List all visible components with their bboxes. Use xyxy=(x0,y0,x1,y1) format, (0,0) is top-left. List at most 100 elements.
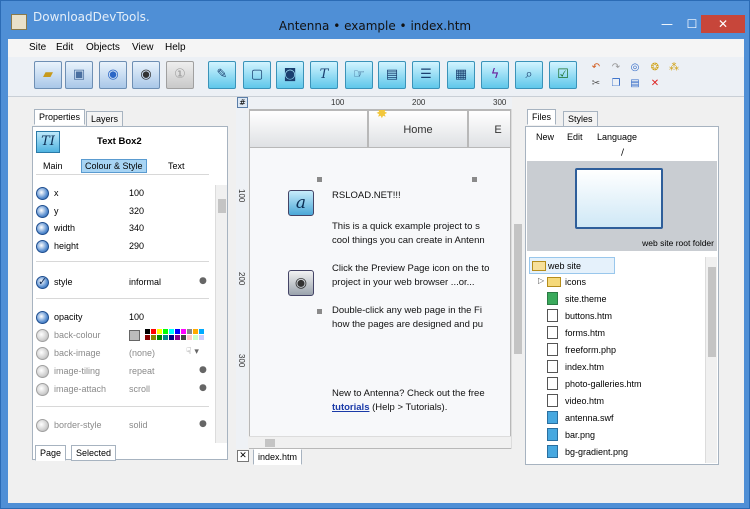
prop-opacity[interactable]: opacity 100 xyxy=(33,309,209,327)
paste-icon[interactable]: ▤ xyxy=(629,78,641,90)
editor-para2-line2[interactable]: project in your web browser ...or... xyxy=(332,276,475,290)
prop-icon[interactable] xyxy=(36,419,49,432)
hand-pointer-icon[interactable]: ☟ ▾ xyxy=(186,347,199,357)
title-bar[interactable]: DownloadDevTools. Antenna • example • in… xyxy=(1,1,749,37)
tab-page[interactable]: Page xyxy=(35,445,67,461)
delete-icon[interactable]: ✕ xyxy=(649,78,661,90)
tab-selected[interactable]: Selected xyxy=(71,445,117,461)
editor-para1-line1[interactable]: This is a quick example project to s xyxy=(332,220,480,234)
selection-handle[interactable] xyxy=(317,177,322,182)
scroll-thumb[interactable] xyxy=(708,267,716,357)
editor-para2-line1[interactable]: Click the Preview Page icon on the to xyxy=(332,262,489,276)
files-menu-language[interactable]: Language xyxy=(597,132,637,142)
prop-image-tiling[interactable]: image-tiling repeat ● xyxy=(33,363,209,381)
info-icon[interactable]: ① xyxy=(166,61,194,89)
preview-eye-icon[interactable]: ◉ xyxy=(132,61,160,89)
copy-icon[interactable]: ❐ xyxy=(610,78,622,90)
scroll-thumb[interactable] xyxy=(218,199,226,213)
align-icon[interactable]: ⁂ xyxy=(668,62,680,74)
properties-scrollbar[interactable] xyxy=(215,185,227,443)
editor-para1-line2[interactable]: cool things you can create in Antenn xyxy=(332,234,485,248)
select-icon[interactable]: ◎ xyxy=(629,62,641,74)
tab-index-htm[interactable]: index.htm xyxy=(253,449,303,465)
menu-view[interactable]: View xyxy=(132,42,154,53)
editor-para3-line1[interactable]: Double-click any web page in the Fi xyxy=(332,304,482,318)
menu-site[interactable]: Site xyxy=(29,42,46,53)
tutorials-link[interactable]: tutorials xyxy=(332,402,369,413)
editor-para4-line2[interactable]: tutorials (Help > Tutorials). xyxy=(332,401,447,415)
prop-icon[interactable] xyxy=(36,187,49,200)
prop-image-attach[interactable]: image-attach scroll ● xyxy=(33,381,209,399)
group-icon[interactable]: ❂ xyxy=(649,62,661,74)
checkbox-icon[interactable]: ☑ xyxy=(549,61,577,89)
prop-x[interactable]: x 100 xyxy=(33,185,209,203)
editor-vscrollbar[interactable] xyxy=(511,109,523,449)
dropdown-dot-icon[interactable]: ● xyxy=(199,365,207,375)
close-doc-icon[interactable]: ✕ xyxy=(237,450,249,462)
gallery-icon[interactable]: ▤ xyxy=(378,61,406,89)
magnify-icon[interactable]: ⌕ xyxy=(515,61,543,89)
prop-icon[interactable] xyxy=(36,222,49,235)
minimize-button[interactable]: — xyxy=(656,15,678,33)
prop-icon[interactable] xyxy=(36,383,49,396)
prop-icon[interactable] xyxy=(36,240,49,253)
checked-icon[interactable] xyxy=(36,275,49,289)
nav-button-e[interactable]: E xyxy=(468,110,510,148)
prop-height[interactable]: height 290 xyxy=(33,238,209,256)
subtab-main[interactable]: Main xyxy=(43,161,63,171)
prop-icon[interactable] xyxy=(36,329,49,342)
redo-icon[interactable]: ↷ xyxy=(610,62,622,74)
menu-objects[interactable]: Objects xyxy=(86,42,120,53)
prop-icon[interactable] xyxy=(36,205,49,218)
image-icon[interactable]: ▦ xyxy=(447,61,475,89)
menu-help[interactable]: Help xyxy=(165,42,186,53)
prop-width[interactable]: width 340 xyxy=(33,220,209,238)
link-cursor-icon[interactable]: ☞ xyxy=(345,61,373,89)
prop-back-colour[interactable]: back-colour xyxy=(33,327,209,345)
tab-properties[interactable]: Properties xyxy=(34,109,86,125)
dropdown-dot-icon[interactable]: ● xyxy=(199,419,207,429)
subtab-text[interactable]: Text xyxy=(168,161,185,171)
save-icon[interactable]: ▣ xyxy=(65,61,93,89)
nav-button-blank[interactable] xyxy=(250,110,368,148)
prop-icon[interactable] xyxy=(36,347,49,360)
selection-handle[interactable] xyxy=(472,177,477,182)
expand-arrow-icon[interactable]: ▷ xyxy=(538,276,544,285)
tree-root[interactable]: web site xyxy=(529,257,615,274)
prop-border-style[interactable]: border-style solid ● xyxy=(33,417,209,435)
text-icon[interactable]: T xyxy=(310,61,338,89)
scroll-thumb[interactable] xyxy=(514,224,522,354)
undo-icon[interactable]: ↶ xyxy=(590,62,602,74)
close-button[interactable]: ✕ xyxy=(701,15,745,33)
files-scrollbar[interactable] xyxy=(705,257,717,463)
scroll-thumb[interactable] xyxy=(265,439,275,447)
page-editor-canvas[interactable]: Home E ✸ a ◉ RSLOAD.NET!!! This is a qui… xyxy=(249,109,511,449)
menu-edit[interactable]: Edit xyxy=(56,42,73,53)
rectangle-icon[interactable]: ▢ xyxy=(243,61,271,89)
selection-handle[interactable] xyxy=(317,309,322,314)
ruler-corner-icon[interactable]: # xyxy=(237,97,248,108)
prop-icon[interactable] xyxy=(36,311,49,324)
colour-palette[interactable] xyxy=(145,329,205,341)
globe-icon[interactable]: ◉ xyxy=(99,61,127,89)
subtab-colour-style[interactable]: Colour & Style xyxy=(81,159,147,173)
files-menu-new[interactable]: New xyxy=(536,132,554,142)
form-icon[interactable]: ☰ xyxy=(412,61,440,89)
cut-icon[interactable]: ✂ xyxy=(590,78,602,90)
open-folder-icon[interactable]: ▰ xyxy=(34,61,62,89)
edit-pen-icon[interactable]: ✎ xyxy=(208,61,236,89)
editor-heading[interactable]: RSLOAD.NET!!! xyxy=(332,189,401,203)
editor-para4-line1[interactable]: New to Antenna? Check out the free xyxy=(332,387,485,401)
camera-icon[interactable]: ◙ xyxy=(276,61,304,89)
prop-back-image[interactable]: back-image (none) ☟ ▾ xyxy=(33,345,209,363)
prop-y[interactable]: y 320 xyxy=(33,203,209,221)
tab-styles[interactable]: Styles xyxy=(563,111,598,127)
dropdown-dot-icon[interactable]: ● xyxy=(199,276,207,286)
prop-icon[interactable] xyxy=(36,365,49,378)
tab-layers[interactable]: Layers xyxy=(86,111,124,127)
flash-icon[interactable]: ϟ xyxy=(481,61,509,89)
editor-para3-line2[interactable]: how the pages are designed and pu xyxy=(332,318,483,332)
files-menu-edit[interactable]: Edit xyxy=(567,132,583,142)
maximize-button[interactable]: ☐ xyxy=(681,15,703,33)
dropdown-dot-icon[interactable]: ● xyxy=(199,383,207,393)
